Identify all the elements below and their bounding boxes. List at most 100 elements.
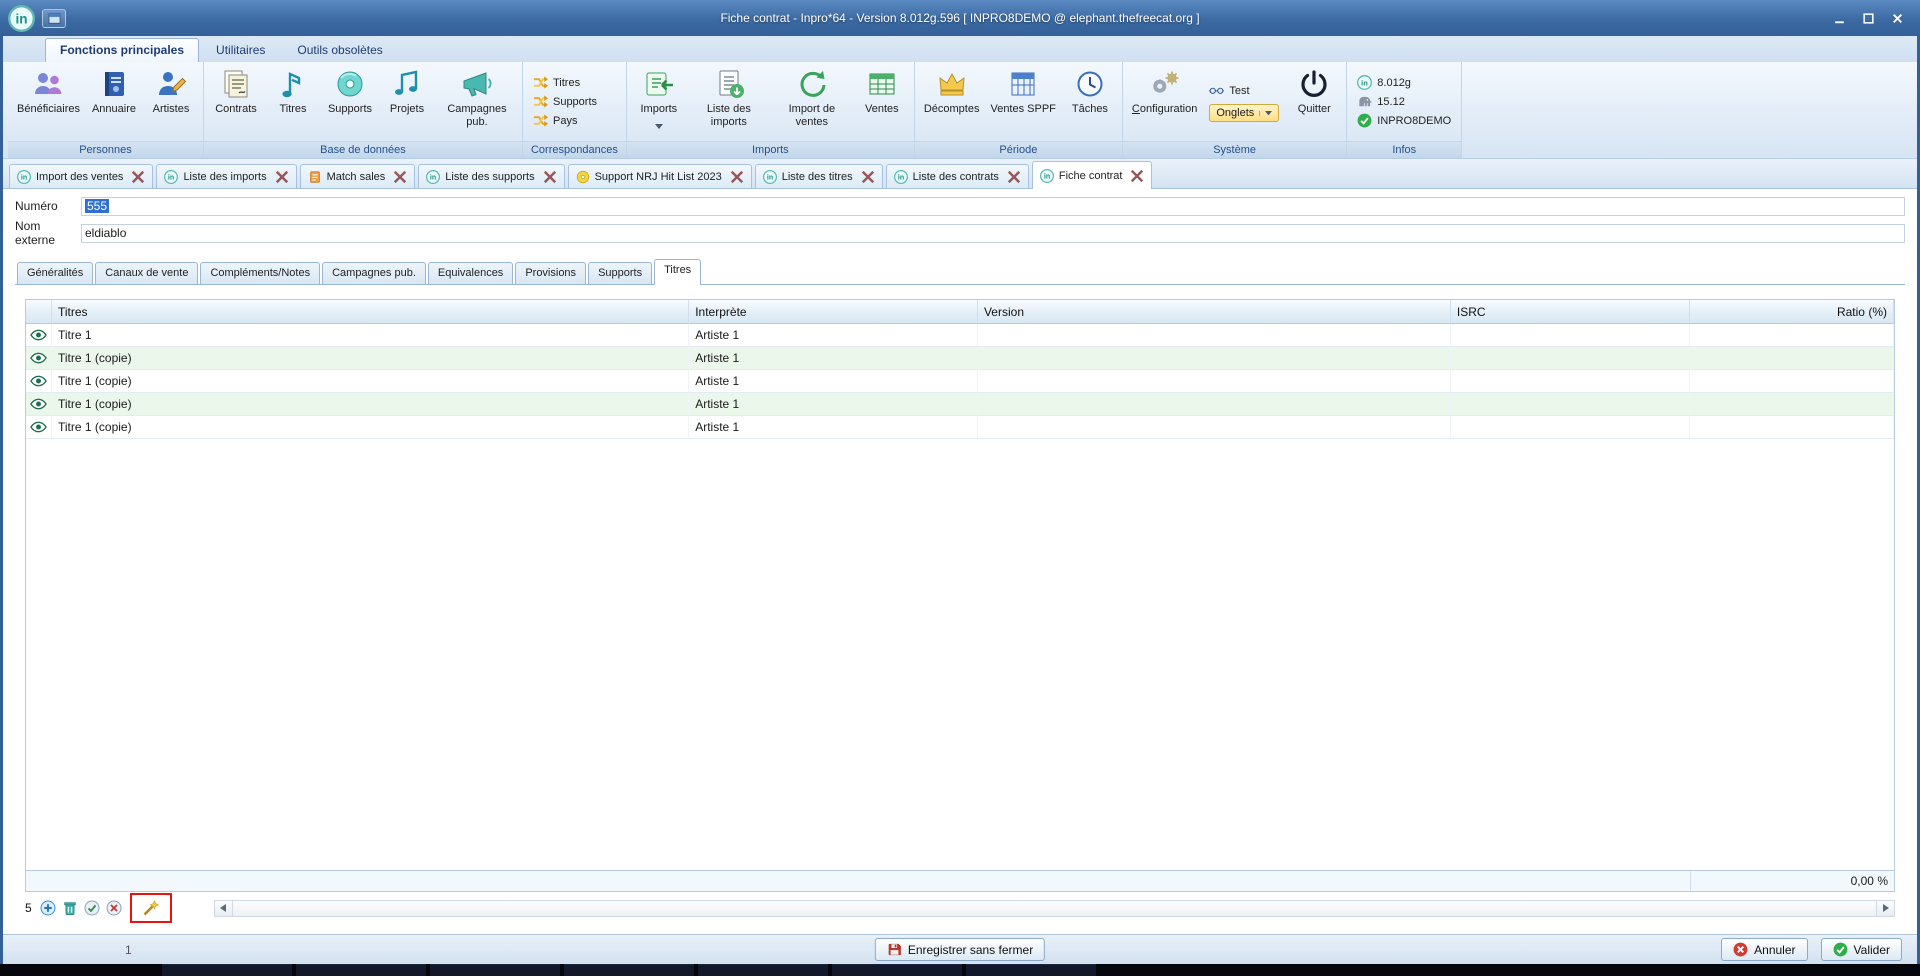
table-toolbar: 5 [25,894,1895,922]
cancel-edit-button[interactable] [106,900,122,916]
numero-input[interactable]: 555 [81,197,1905,216]
subtab-canaux-de-vente[interactable]: Canaux de vente [95,262,198,284]
ribbon-button-label: Quitter [1298,103,1331,116]
nom-externe-input[interactable]: eldiablo [81,224,1905,243]
ribbon-button-beneficiaires[interactable]: Bénéficiaires [12,65,85,140]
close-tab-icon[interactable] [1007,170,1021,184]
close-tab-icon[interactable] [730,170,744,184]
magic-wand-button[interactable] [142,899,160,917]
table-row[interactable]: Titre 1Artiste 1 [26,324,1894,347]
doc-tab-liste-des-supports[interactable]: inListe des supports [418,164,564,188]
doc-tab-label: Support NRJ Hit List 2023 [595,171,722,183]
taskbar-button[interactable] [966,964,1096,976]
ribbon-tab-utilitaires[interactable]: Utilitaires [201,38,280,62]
close-tab-icon[interactable] [543,170,557,184]
validate-button[interactable]: Valider [1821,938,1902,961]
taskbar-button[interactable] [564,964,694,976]
onglets-button[interactable]: Onglets [1209,104,1279,122]
sppf-grid-icon [1007,68,1039,100]
taskbar-button[interactable] [430,964,560,976]
subtab-equivalences[interactable]: Equivalences [428,262,513,284]
horizontal-scrollbar[interactable] [214,900,1895,917]
ribbon-button-liste-des-imports[interactable]: Liste des imports [688,65,770,140]
ribbon-button-imports[interactable]: Imports [631,65,687,140]
maximize-button[interactable] [1862,12,1875,25]
ribbon-button-supports[interactable]: Supports [322,65,378,140]
close-tab-icon[interactable] [131,170,145,184]
ribbon-button-projets[interactable]: Projets [379,65,435,140]
ribbon-item-titres[interactable]: Titres [533,75,580,90]
taskbar-button[interactable] [832,964,962,976]
confirm-button[interactable] [84,900,100,916]
ribbon-group-correspondances: TitresSupportsPaysCorrespondances [523,62,627,158]
cell-isrc [1451,324,1690,347]
eye-icon[interactable] [30,421,47,433]
ribbon-button-artistes[interactable]: Artistes [143,65,199,140]
scroll-left-icon [220,904,226,912]
ribbon-button-configuration[interactable]: Configuration [1127,65,1202,140]
doc-tab-import-des-ventes[interactable]: inImport des ventes [9,164,153,188]
ribbon-button-titres[interactable]: Titres [265,65,321,140]
subtab-campagnes-pub[interactable]: Campagnes pub. [322,262,426,284]
delete-row-button[interactable] [62,900,78,916]
numero-value: 555 [85,199,109,213]
table-row[interactable]: Titre 1 (copie)Artiste 1 [26,370,1894,393]
ribbon-button-campagnes-pub[interactable]: Campagnes pub. [436,65,518,140]
close-button[interactable] [1891,12,1904,25]
chevron-down-icon[interactable] [1259,111,1272,116]
taskbar-button[interactable] [296,964,426,976]
ribbon-button-quitter[interactable]: Quitter [1286,65,1342,140]
ribbon-tab-fonctions-principales[interactable]: Fonctions principales [45,38,199,62]
close-tab-icon[interactable] [393,170,407,184]
table-row[interactable]: Titre 1 (copie)Artiste 1 [26,393,1894,416]
cancel-button[interactable]: Annuler [1721,938,1807,961]
ribbon-button-ventes-sppf[interactable]: Ventes SPPF [985,65,1060,140]
save-without-closing-button[interactable]: Enregistrer sans fermer [875,938,1045,961]
cell-version [978,370,1451,393]
close-tab-icon[interactable] [861,170,875,184]
ribbon-item-supports[interactable]: Supports [533,94,597,109]
close-tab-icon[interactable] [275,170,289,184]
table-row[interactable]: Titre 1 (copie)Artiste 1 [26,416,1894,439]
close-tab-icon[interactable] [1130,169,1144,183]
ribbon-button-ventes[interactable]: Ventes [854,65,910,140]
ribbon-button-taches[interactable]: Tâches [1062,65,1118,140]
ribbon-item-pays[interactable]: Pays [533,113,577,128]
cell-titre: Titre 1 (copie) [52,347,689,370]
scroll-right-button[interactable] [1876,901,1894,916]
scroll-left-button[interactable] [215,901,233,916]
subtab-generalites[interactable]: Généralités [17,262,93,284]
subtab-titres[interactable]: Titres [654,259,701,285]
doc-tab-liste-des-imports[interactable]: inListe des imports [156,164,296,188]
ribbon-tab-outils-obsoletes[interactable]: Outils obsolètes [282,38,397,62]
doc-tab-liste-des-titres[interactable]: inListe des titres [755,164,883,188]
taskbar-button[interactable] [162,964,292,976]
scrollbar-thumb[interactable] [233,901,1876,916]
doc-tab-support-nrj-hit-list-2023[interactable]: Support NRJ Hit List 2023 [568,164,752,188]
doc-tab-fiche-contrat[interactable]: inFiche contrat [1032,161,1153,189]
table-empty-area [26,439,1894,870]
eye-icon[interactable] [30,329,47,341]
ribbon-item-8-012g: in8.012g [1357,75,1411,90]
doc-tab-match-sales[interactable]: Match sales [300,164,416,188]
eye-icon[interactable] [30,398,47,410]
add-row-button[interactable] [40,900,56,916]
subtab-provisions[interactable]: Provisions [515,262,586,284]
subtab-complements-notes[interactable]: Compléments/Notes [200,262,320,284]
eye-icon[interactable] [30,352,47,364]
subtab-supports[interactable]: Supports [588,262,652,284]
eye-icon[interactable] [30,375,47,387]
inpro-logo-icon[interactable]: in [8,5,35,32]
ribbon-group-label: Système [1123,141,1346,158]
ribbon-item-test[interactable]: Test [1209,83,1279,98]
ribbon-button-import-de-ventes[interactable]: Import de ventes [771,65,853,140]
taskbar-button[interactable] [698,964,828,976]
doc-tab-liste-des-contrats[interactable]: inListe des contrats [886,164,1029,188]
minimize-button[interactable] [1833,12,1846,25]
ribbon-button-contrats[interactable]: Contrats [208,65,264,140]
table-row[interactable]: Titre 1 (copie)Artiste 1 [26,347,1894,370]
ribbon-button-annuaire[interactable]: Annuaire [86,65,142,140]
quick-access-button[interactable] [42,9,66,28]
ribbon-button-decomptes[interactable]: Décomptes [919,65,985,140]
validate-button-label: Valider [1854,943,1890,957]
